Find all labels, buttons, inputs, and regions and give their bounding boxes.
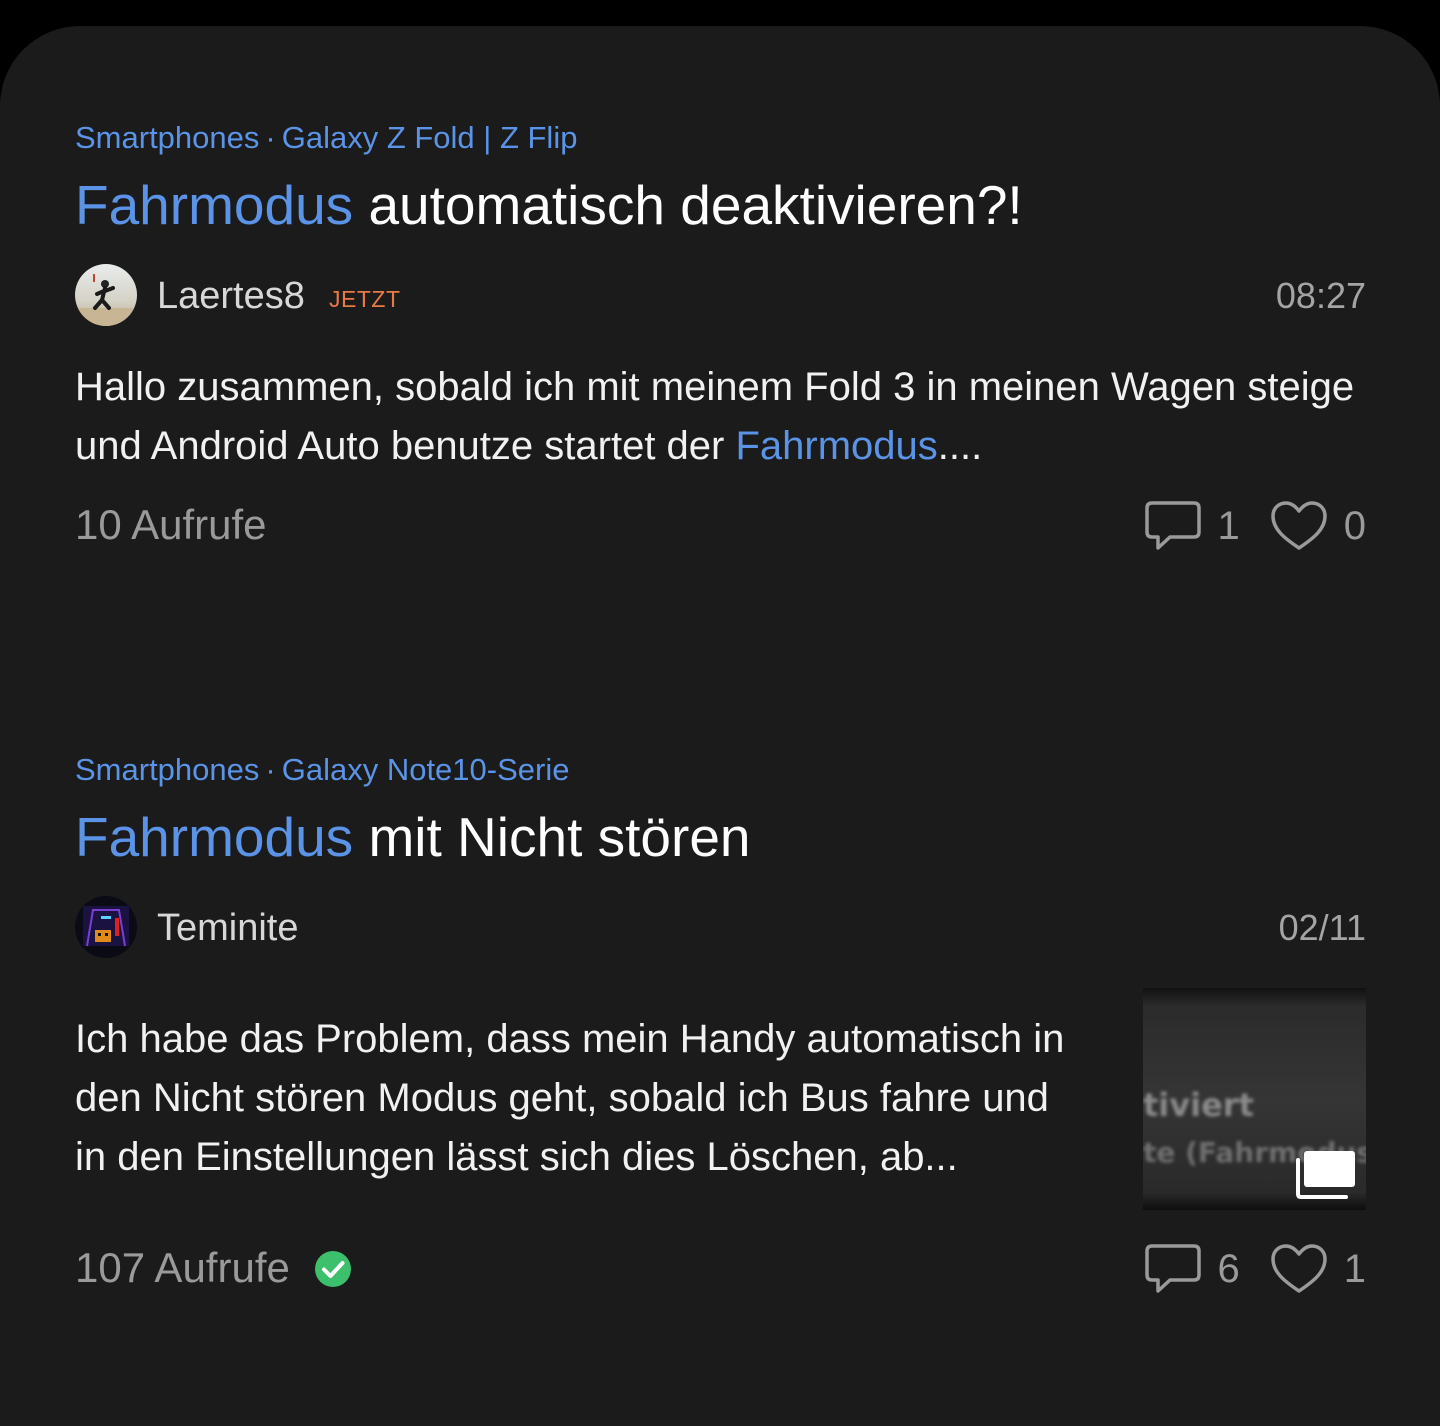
post-excerpt[interactable]: Hallo zusammen, sobald ich mit meinem Fo…: [75, 358, 1366, 476]
excerpt-ellipsis: ....: [937, 424, 983, 468]
title-highlight: Fahrmodus: [75, 174, 354, 236]
post-stats: 107 Aufrufe 6 1: [75, 1239, 1366, 1299]
title-text: automatisch deaktivieren?!: [353, 174, 1023, 236]
check-circle-icon: [314, 1251, 351, 1287]
view-count: 10 Aufrufe: [75, 501, 267, 548]
avatar[interactable]: [75, 896, 137, 958]
breadcrumb-subcategory[interactable]: Galaxy Z Fold | Z Flip: [282, 120, 578, 155]
post-title[interactable]: Fahrmodus mit Nicht stören: [75, 802, 1366, 872]
gallery-icon: [1296, 1151, 1355, 1199]
comment-icon[interactable]: [1144, 1243, 1202, 1295]
avatar[interactable]: [75, 264, 137, 326]
author-name[interactable]: Teminite: [157, 906, 299, 950]
breadcrumb-separator: ·: [265, 120, 276, 155]
comment-icon[interactable]: [1144, 500, 1202, 552]
author-name[interactable]: Laertes8: [157, 274, 305, 318]
excerpt-text: Hallo zusammen, sobald ich mit meinem Fo…: [75, 365, 1355, 468]
thumbnail-text: tiviert: [1143, 1086, 1254, 1124]
user-avatar-icon: [75, 896, 137, 958]
post-meta: Laertes8 JETZT 08:27: [75, 264, 1366, 328]
post-thumbnail[interactable]: tiviert te (Fahrmodus): [1143, 988, 1366, 1210]
post-time: 02/11: [1278, 907, 1366, 948]
comment-count: 1: [1217, 504, 1240, 548]
title-highlight: Fahrmodus: [75, 806, 354, 868]
view-count: 107 Aufrufe: [75, 1244, 290, 1291]
breadcrumb-category[interactable]: Smartphones: [75, 120, 259, 155]
status-badge: JETZT: [329, 286, 401, 312]
like-count: 1: [1343, 1247, 1366, 1291]
post-excerpt[interactable]: Ich habe das Problem, dass mein Handy au…: [75, 1010, 1085, 1187]
breadcrumb-separator: ·: [265, 752, 276, 787]
post-meta: Teminite 02/11: [75, 896, 1366, 960]
breadcrumb-category[interactable]: Smartphones: [75, 752, 259, 787]
post-time: 08:27: [1275, 275, 1366, 316]
title-text: mit Nicht stören: [353, 806, 751, 868]
view-count-wrapper: 107 Aufrufe: [75, 1243, 352, 1293]
user-avatar-icon: [75, 264, 137, 326]
heart-icon[interactable]: [1270, 1243, 1328, 1295]
breadcrumb: Smartphones · Galaxy Z Fold | Z Flip: [75, 118, 1366, 158]
excerpt-highlight: Fahrmodus: [735, 424, 938, 468]
heart-icon[interactable]: [1270, 500, 1328, 552]
post-card[interactable]: Smartphones · Galaxy Z Fold | Z Flip Fahrm…: [75, 118, 1366, 556]
counters: 1 0: [1144, 496, 1366, 556]
post-stats: 10 Aufrufe 1 0: [75, 496, 1366, 556]
breadcrumb-subcategory[interactable]: Galaxy Note10-Serie: [282, 752, 570, 787]
breadcrumb: Smartphones · Galaxy Note10-Serie: [75, 750, 1366, 790]
post-card[interactable]: Smartphones · Galaxy Note10-Serie Fahrmodu…: [75, 750, 1366, 1299]
like-count: 0: [1343, 504, 1366, 548]
counters: 6 1: [1144, 1239, 1366, 1299]
post-title[interactable]: Fahrmodus automatisch deaktivieren?!: [75, 170, 1366, 240]
comment-count: 6: [1217, 1247, 1240, 1291]
